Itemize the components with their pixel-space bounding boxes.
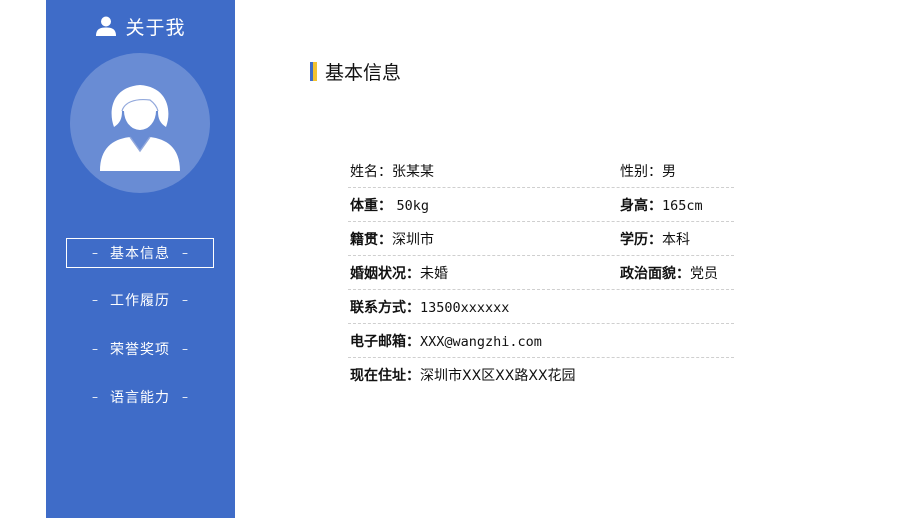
nav-item-languages[interactable]: – 语言能力 – bbox=[66, 382, 214, 412]
female-avatar-icon bbox=[100, 75, 180, 171]
sidebar-title: 关于我 bbox=[125, 16, 186, 39]
weight-field: 体重： 50kg bbox=[350, 195, 429, 215]
address-label: 现在住址： bbox=[350, 368, 420, 384]
gender-value: 男 bbox=[662, 163, 676, 180]
contact-label: 联系方式： bbox=[350, 299, 420, 316]
gender-label: 性别： bbox=[620, 163, 662, 180]
name-field: 姓名：张某某 bbox=[350, 161, 434, 181]
height-value: 165cm bbox=[662, 197, 703, 214]
education-value: 本科 bbox=[662, 231, 690, 248]
title-accent-mark bbox=[310, 61, 317, 81]
nav-dash-left: – bbox=[92, 342, 98, 356]
hometown-field: 籍贯：深圳市 bbox=[350, 229, 434, 249]
name-value: 张某某 bbox=[392, 163, 434, 180]
info-row: 籍贯：深圳市 学历：本科 bbox=[348, 222, 734, 256]
email-label: 电子邮箱： bbox=[350, 333, 420, 350]
address-field: 现在住址：深圳市XX区XX路XX花园 bbox=[350, 365, 576, 385]
nav-dash-right: – bbox=[182, 342, 188, 356]
marital-field: 婚姻状况：未婚 bbox=[350, 263, 448, 283]
nav-item-work-history[interactable]: – 工作履历 – bbox=[66, 285, 214, 315]
nav-dash-right: – bbox=[182, 390, 188, 404]
nav-label: 荣誉奖项 bbox=[110, 342, 170, 358]
political-label: 政治面貌： bbox=[620, 265, 690, 282]
info-row: 婚姻状况：未婚 政治面貌：党员 bbox=[348, 256, 734, 290]
avatar bbox=[70, 53, 210, 193]
nav-dash-left: – bbox=[92, 390, 98, 404]
nav-label: 语言能力 bbox=[110, 390, 170, 406]
weight-label: 体重： bbox=[350, 197, 392, 214]
user-icon bbox=[95, 15, 117, 37]
basic-info-list: 姓名：张某某 性别：男 体重： 50kg 身高：165cm 籍贯：深圳市 学历：… bbox=[348, 154, 734, 392]
section-title: 基本信息 bbox=[325, 61, 402, 84]
hometown-value: 深圳市 bbox=[392, 231, 434, 248]
sidebar-header: 关于我 bbox=[46, 12, 235, 40]
nav-label: 基本信息 bbox=[110, 246, 170, 262]
marital-value: 未婚 bbox=[420, 265, 448, 282]
gender-field: 性别：男 bbox=[620, 161, 676, 181]
info-row: 电子邮箱：XXX@wangzhi.com bbox=[348, 324, 734, 358]
section-header: 基本信息 bbox=[310, 58, 401, 84]
education-field: 学历：本科 bbox=[620, 229, 690, 249]
info-row: 姓名：张某某 性别：男 bbox=[348, 154, 734, 188]
marital-label: 婚姻状况： bbox=[350, 265, 420, 282]
contact-value: 13500xxxxxx bbox=[420, 299, 510, 316]
nav-label: 工作履历 bbox=[110, 293, 170, 309]
height-field: 身高：165cm bbox=[620, 195, 703, 215]
address-value: 深圳市XX区XX路XX花园 bbox=[420, 368, 576, 384]
nav-dash-left: – bbox=[92, 293, 98, 307]
hometown-label: 籍贯： bbox=[350, 231, 392, 248]
contact-field: 联系方式：13500xxxxxx bbox=[350, 297, 509, 317]
sidebar: 关于我 – 基本信息 – – 工作履历 – – 荣誉奖项 – – 语言能力 – bbox=[46, 0, 235, 518]
nav-item-basic-info[interactable]: – 基本信息 – bbox=[66, 238, 214, 268]
education-label: 学历： bbox=[620, 231, 662, 248]
info-row: 联系方式：13500xxxxxx bbox=[348, 290, 734, 324]
nav-dash-right: – bbox=[182, 293, 188, 307]
nav-dash-left: – bbox=[92, 246, 98, 260]
nav-item-honors[interactable]: – 荣誉奖项 – bbox=[66, 334, 214, 364]
name-label: 姓名： bbox=[350, 163, 392, 180]
political-field: 政治面貌：党员 bbox=[620, 263, 718, 283]
political-value: 党员 bbox=[690, 265, 718, 282]
nav-dash-right: – bbox=[182, 246, 188, 260]
info-row: 现在住址：深圳市XX区XX路XX花园 bbox=[348, 358, 734, 392]
email-field: 电子邮箱：XXX@wangzhi.com bbox=[350, 331, 542, 351]
height-label: 身高： bbox=[620, 197, 662, 214]
email-value: XXX@wangzhi.com bbox=[420, 333, 542, 350]
info-row: 体重： 50kg 身高：165cm bbox=[348, 188, 734, 222]
weight-value: 50kg bbox=[396, 197, 429, 214]
